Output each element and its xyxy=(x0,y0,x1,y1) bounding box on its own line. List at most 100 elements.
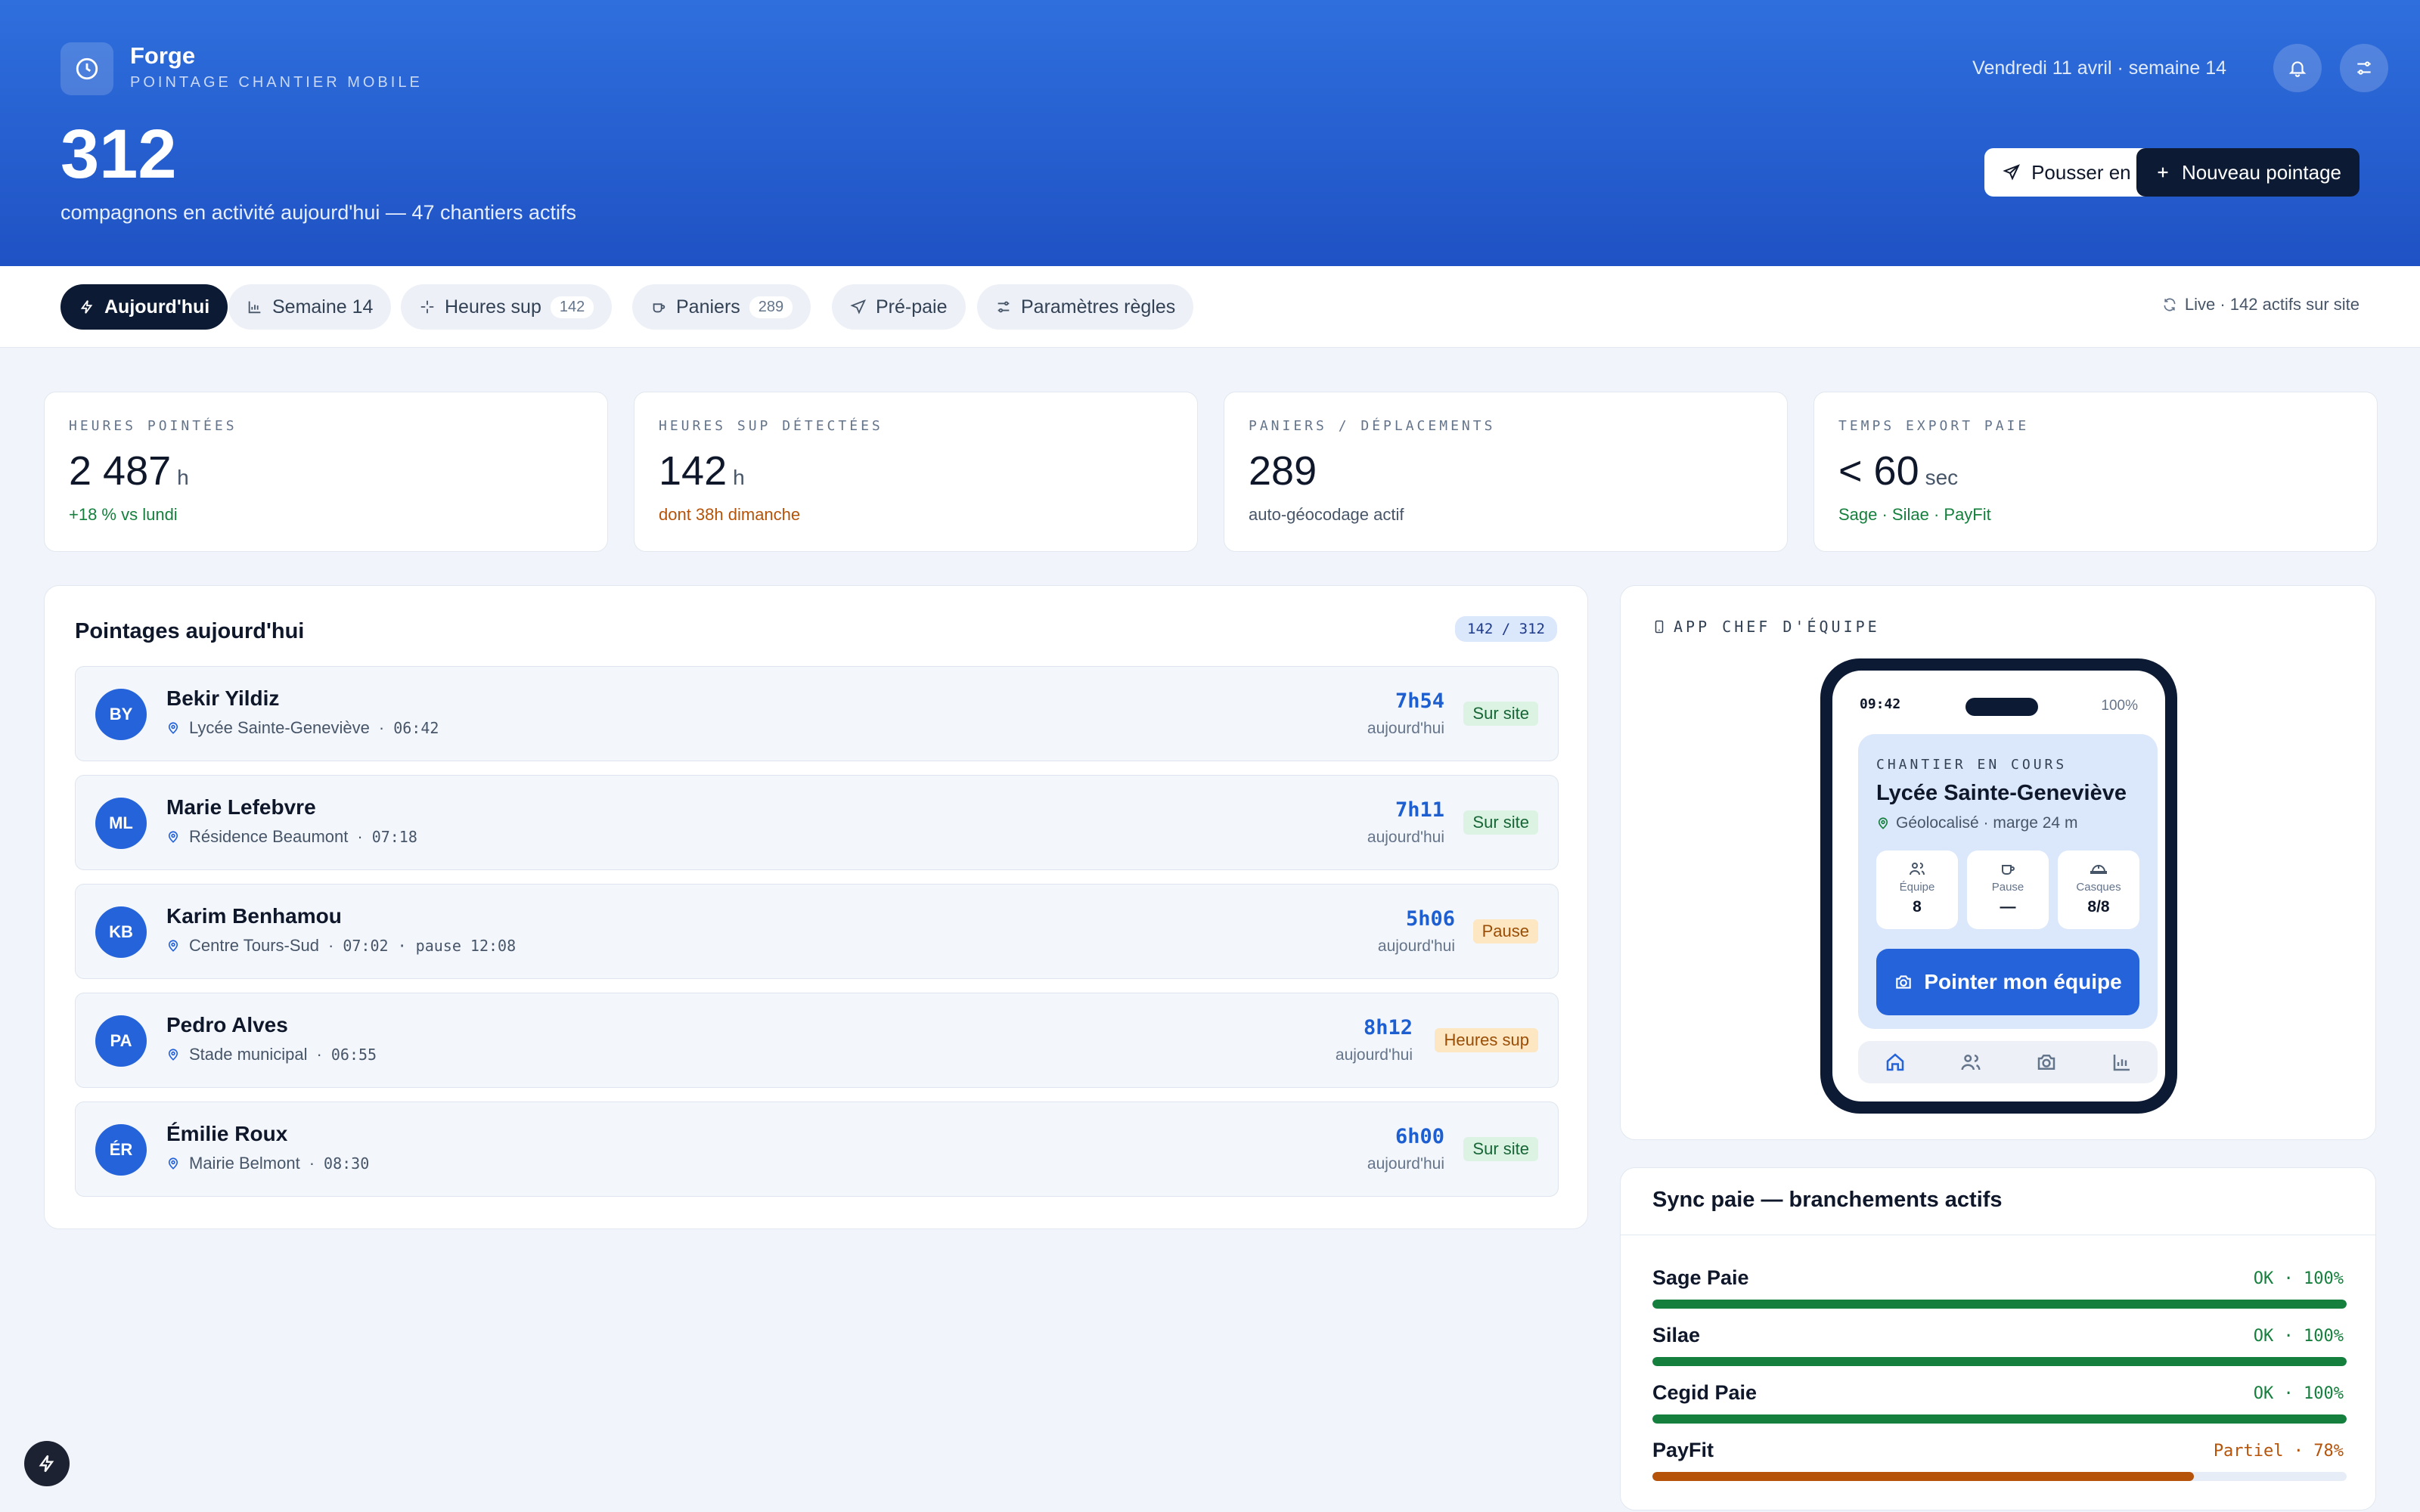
phone-clock: 09:42 xyxy=(1860,696,1901,712)
connector-status: OK · 100% xyxy=(2253,1384,2344,1403)
kpi-hours-clocked: HEURES POINTÉES 2 487 h +18 % vs lundi xyxy=(44,392,608,552)
status-badge: Sur site xyxy=(1463,810,1538,835)
stat-label: Casques xyxy=(2076,881,2121,894)
new-entry-label: Nouveau pointage xyxy=(2181,160,2341,184)
avatar: ML xyxy=(95,798,147,849)
new-entry-button[interactable]: Nouveau pointage xyxy=(2136,148,2360,197)
table-row[interactable]: ÉR Émilie Roux Mairie Belmont · 08:30 6h0… xyxy=(75,1101,1559,1197)
sync-title: Sync paie — branchements actifs xyxy=(1652,1188,2003,1212)
table-row[interactable]: BY Bekir Yildiz Lycée Sainte-Geneviève · … xyxy=(75,666,1559,761)
status-badge: Sur site xyxy=(1463,702,1538,726)
sync-progress-fill xyxy=(1652,1414,2347,1424)
site-name: Lycée Sainte-Geneviève xyxy=(189,718,370,737)
pin-icon xyxy=(1878,817,1888,829)
clock-in-time: 07:02 · pause 12:08 xyxy=(343,937,517,955)
site-name: Résidence Beaumont xyxy=(189,827,349,846)
plus-icon xyxy=(2158,167,2168,178)
tab-week[interactable]: Semaine 14 xyxy=(228,284,392,330)
sync-progress-fill xyxy=(1652,1357,2347,1366)
sparkle-icon xyxy=(420,300,434,314)
kpi-label: PANIERS / DÉPLACEMENTS xyxy=(1249,418,1496,434)
row-meta: Stade municipal · 06:55 xyxy=(166,1045,377,1064)
sync-progress-bar xyxy=(1652,1414,2347,1424)
kpi-number: 142 xyxy=(659,448,728,494)
current-site-card: CHANTIER EN COURS Lycée Sainte-Geneviève… xyxy=(1858,734,2158,1029)
users-icon[interactable] xyxy=(1959,1051,1982,1074)
today-entries-panel: Pointages aujourd'hui 142 / 312 BY Bekir… xyxy=(44,585,1588,1229)
stat-value: 8 xyxy=(1913,898,1922,916)
worker-name: Bekir Yildiz xyxy=(166,686,280,710)
kpi-overtime: HEURES SUP DÉTECTÉES 142 h dont 38h diman… xyxy=(634,392,1198,552)
sync-progress-bar xyxy=(1652,1472,2347,1481)
kpi-unit: h xyxy=(177,466,189,489)
live-status: Live · 142 actifs sur site xyxy=(2162,295,2360,314)
status-badge: Heures sup xyxy=(1435,1028,1538,1052)
connector-status: OK · 100% xyxy=(2253,1269,2344,1288)
row-meta: Résidence Beaumont · 07:18 xyxy=(166,827,417,847)
duration-caption: aujourd'hui xyxy=(1377,937,1455,955)
worked-duration: 5h06 xyxy=(1405,907,1455,931)
tab-week-label: Semaine 14 xyxy=(272,296,374,318)
kpi-unit: sec xyxy=(1925,466,1959,489)
geolocation-label: Géolocalisé · marge 24 m xyxy=(1896,814,2078,832)
tab-baskets-label: Paniers xyxy=(676,296,740,318)
table-row[interactable]: ML Marie Lefebvre Résidence Beaumont · 07… xyxy=(75,775,1559,870)
table-row[interactable]: PA Pedro Alves Stade municipal · 06:55 8h… xyxy=(75,993,1559,1088)
tab-pre-payroll[interactable]: Pré-paie xyxy=(832,284,966,330)
chart-icon xyxy=(248,301,261,314)
tab-today[interactable]: Aujourd'hui xyxy=(60,284,228,330)
active-ratio-badge: 142 / 312 xyxy=(1455,616,1557,642)
camera-icon[interactable] xyxy=(2035,1051,2058,1074)
sync-progress-bar xyxy=(1652,1357,2347,1366)
row-meta: Mairie Belmont · 08:30 xyxy=(166,1154,369,1173)
app-subtitle: POINTAGE CHANTIER MOBILE xyxy=(130,74,423,91)
kpi-label: HEURES POINTÉES xyxy=(69,418,237,434)
worked-duration: 8h12 xyxy=(1363,1016,1413,1040)
tab-bar: Aujourd'hui Semaine 14 Heures sup 142 Pa… xyxy=(0,266,2420,348)
bolt-icon[interactable] xyxy=(24,1441,70,1486)
kpi-value: 2 487 h xyxy=(69,451,583,491)
tab-baskets[interactable]: Paniers 289 xyxy=(632,284,811,330)
header-banner: Forge POINTAGE CHANTIER MOBILE Vendredi … xyxy=(0,0,2420,266)
tab-baskets-count: 289 xyxy=(749,296,793,318)
connector-name: PayFit xyxy=(1652,1439,1714,1461)
worker-name: Émilie Roux xyxy=(166,1122,288,1145)
home-icon[interactable] xyxy=(1884,1051,1907,1074)
panel-title: Pointages aujourd'hui xyxy=(75,619,305,643)
active-workers-count: 312 xyxy=(60,116,177,193)
worked-duration: 7h11 xyxy=(1395,798,1444,822)
tab-overtime[interactable]: Heures sup 142 xyxy=(401,284,613,330)
tab-overtime-count: 142 xyxy=(550,296,594,318)
bell-icon[interactable] xyxy=(2273,44,2322,92)
avatar: ÉR xyxy=(95,1124,147,1176)
tab-overtime-label: Heures sup xyxy=(445,296,541,318)
active-workers-subtitle: compagnons en activité aujourd'hui — 47 … xyxy=(60,201,577,224)
worker-name: Karim Benhamou xyxy=(166,904,342,928)
kpi-number: 289 xyxy=(1249,448,1317,494)
kpi-number: 2 487 xyxy=(69,448,172,494)
status-badge: Sur site xyxy=(1463,1137,1538,1161)
kpi-label: TEMPS EXPORT PAIE xyxy=(1838,418,2030,434)
tab-today-label: Aujourd'hui xyxy=(104,296,210,318)
avatar: PA xyxy=(95,1015,147,1067)
send-icon xyxy=(850,299,867,314)
table-row[interactable]: KB Karim Benhamou Centre Tours-Sud · 07:0… xyxy=(75,884,1559,979)
pin-icon xyxy=(168,831,178,843)
kpi-number: < 60 xyxy=(1838,448,1919,494)
duration-caption: aujourd'hui xyxy=(1367,829,1444,846)
clock-in-team-label: Pointer mon équipe xyxy=(1924,970,2122,993)
clock-in-time: 06:55 xyxy=(330,1046,377,1064)
tab-rule-settings[interactable]: Paramètres règles xyxy=(977,284,1194,330)
current-date: Vendredi 11 avril · semaine 14 xyxy=(1972,57,2226,79)
live-status-label: Live · 142 actifs sur site xyxy=(2184,295,2360,314)
clock-in-team-button[interactable]: Pointer mon équipe xyxy=(1876,949,2139,1015)
duration-caption: aujourd'hui xyxy=(1367,720,1444,737)
sliders-icon[interactable] xyxy=(2340,44,2388,92)
row-meta: Lycée Sainte-Geneviève · 06:42 xyxy=(166,718,439,738)
clock-in-time: 06:42 xyxy=(393,719,439,737)
sync-progress-fill xyxy=(1652,1472,2195,1481)
worked-duration: 7h54 xyxy=(1395,689,1444,713)
payroll-sync-panel: Sync paie — branchements actifs Sage Pai… xyxy=(1620,1167,2376,1510)
geolocation-status: Géolocalisé · marge 24 m xyxy=(1876,814,2077,832)
chart-icon[interactable] xyxy=(2111,1051,2133,1074)
